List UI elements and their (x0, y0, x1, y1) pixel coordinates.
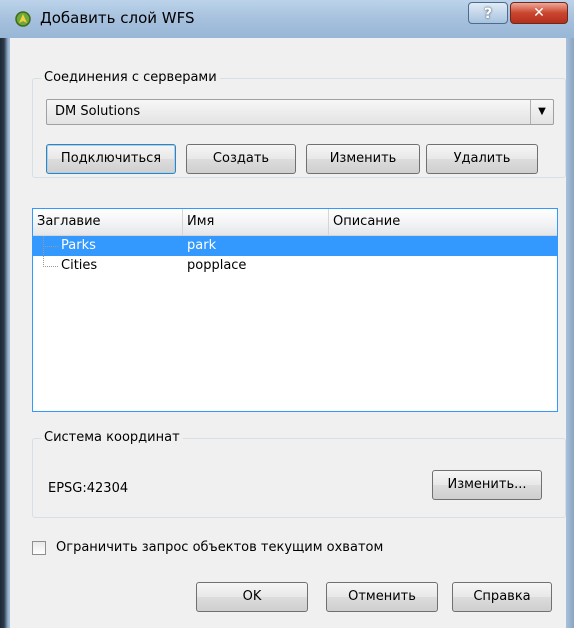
create-button[interactable]: Создать (186, 144, 296, 174)
wfs-dialog: Добавить слой WFS ? ✕ Соединения с серве… (0, 0, 574, 628)
tree-branch-line (43, 246, 58, 267)
help-button[interactable]: Справка (452, 582, 552, 612)
delete-button[interactable]: Удалить (426, 144, 538, 174)
layer-row-cities[interactable]: Cities popplace (33, 246, 557, 276)
layer-name: popplace (187, 258, 247, 273)
layer-name: park (187, 238, 217, 253)
selected-server: DM Solutions (55, 104, 141, 119)
layer-title: Parks (61, 238, 96, 253)
close-window-button[interactable]: ✕ (510, 2, 568, 24)
edit-button[interactable]: Изменить (306, 144, 420, 174)
crs-group-title: Система координат (41, 430, 183, 445)
column-name[interactable]: Имя (183, 209, 329, 235)
chevron-down-icon[interactable]: ▼ (530, 100, 553, 124)
help-window-button[interactable]: ? (468, 2, 508, 24)
layer-row-parks[interactable]: Parks park (33, 236, 557, 256)
layer-title: Cities (61, 258, 98, 273)
ok-button[interactable]: OK (196, 582, 308, 612)
window-frame-right (566, 38, 574, 628)
change-crs-button[interactable]: Изменить... (432, 470, 542, 500)
layers-tree[interactable]: Заглавие Имя Описание Parks park Cities … (32, 208, 558, 412)
connect-button[interactable]: Подключиться (46, 144, 176, 174)
limit-extent-label[interactable]: Ограничить запрос объектов текущим охват… (56, 540, 383, 555)
server-select[interactable]: DM Solutions ▼ (46, 99, 554, 125)
cancel-button[interactable]: Отменить (326, 582, 438, 612)
column-description[interactable]: Описание (329, 209, 557, 235)
qgis-logo-icon (15, 11, 31, 27)
window-frame-left (0, 38, 10, 628)
dialog-body: Соединения с серверами DM Solutions ▼ По… (10, 38, 566, 628)
server-connections-title: Соединения с серверами (41, 70, 220, 85)
window-title: Добавить слой WFS (40, 9, 195, 27)
column-title[interactable]: Заглавие (33, 209, 183, 235)
limit-extent-checkbox[interactable] (32, 541, 46, 555)
title-bar[interactable]: Добавить слой WFS ? ✕ (0, 0, 574, 38)
crs-value: EPSG:42304 (48, 481, 129, 496)
tree-header: Заглавие Имя Описание (33, 209, 557, 236)
